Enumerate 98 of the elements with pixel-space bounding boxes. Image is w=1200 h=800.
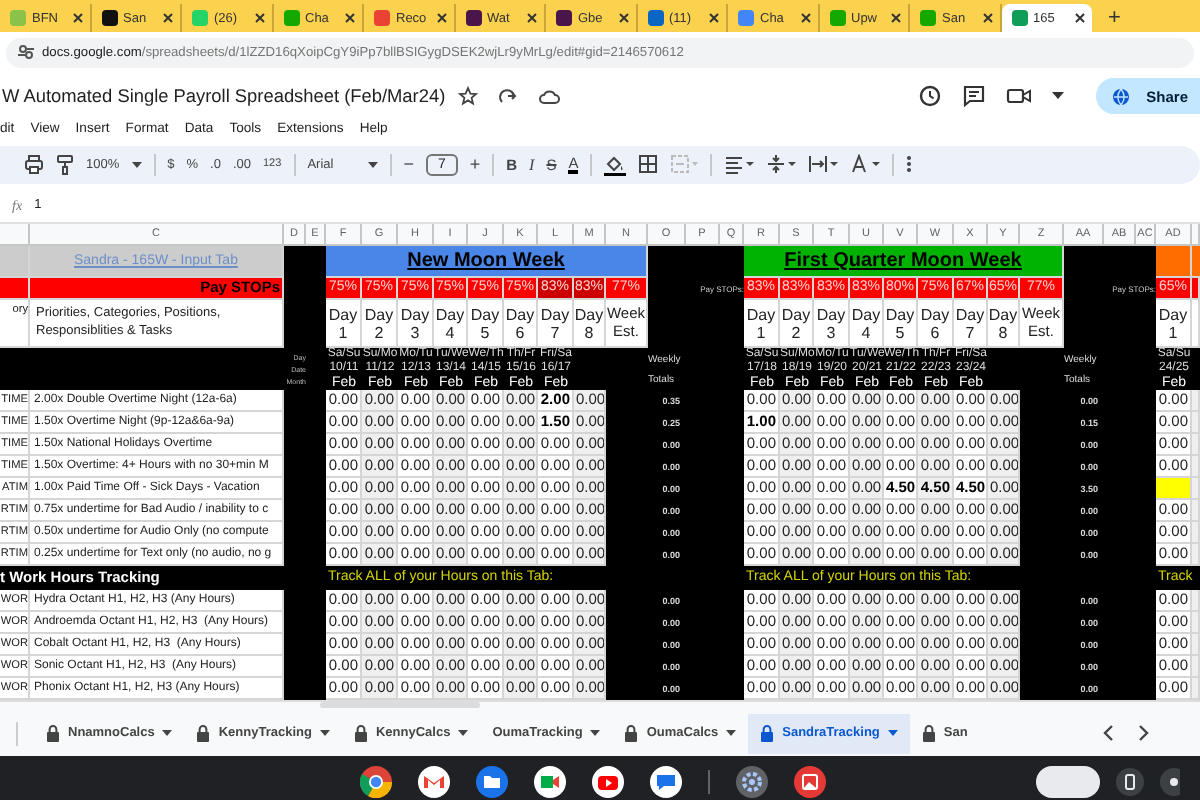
lock-icon <box>760 724 775 742</box>
site-icon <box>1011 10 1027 26</box>
play-icon[interactable] <box>592 765 624 797</box>
image-icon[interactable] <box>794 765 826 797</box>
close-icon[interactable] <box>253 12 265 24</box>
status-tray[interactable] <box>1036 765 1100 797</box>
caret-icon <box>319 730 330 736</box>
caret-icon <box>726 730 737 736</box>
day-header: Day 7 <box>538 300 574 348</box>
close-icon[interactable] <box>71 12 83 24</box>
close-icon[interactable] <box>799 12 811 24</box>
cloud-icon[interactable] <box>537 87 560 105</box>
more-icon[interactable] <box>906 154 913 174</box>
folder-icon[interactable] <box>476 765 508 797</box>
browser-icon[interactable] <box>360 765 392 797</box>
column-header <box>0 224 30 246</box>
close-icon[interactable] <box>526 12 538 24</box>
chevron-right-icon[interactable] <box>1138 724 1150 742</box>
day-header: Day 5 <box>468 300 504 348</box>
text-wrap-icon[interactable] <box>808 154 839 174</box>
history-icon[interactable] <box>918 84 943 108</box>
caret-icon <box>887 730 898 736</box>
site-icon <box>647 10 663 26</box>
day-header: Day 8 <box>988 300 1020 348</box>
phone-icon[interactable] <box>1116 767 1144 795</box>
table-cell <box>0 278 30 300</box>
lock-icon <box>46 724 60 742</box>
launcher-icon[interactable] <box>1160 767 1180 795</box>
close-icon[interactable] <box>435 12 447 24</box>
day-header: Day 1 <box>744 300 780 348</box>
chat-icon[interactable] <box>650 765 682 797</box>
paint-format-icon[interactable] <box>56 153 74 175</box>
lock-icon <box>921 724 936 742</box>
video-call-icon[interactable] <box>534 765 566 797</box>
site-icon <box>10 10 26 26</box>
site-icon <box>920 10 936 26</box>
close-icon[interactable] <box>344 12 356 24</box>
lock-icon <box>353 724 368 742</box>
day-header: Day 8 <box>574 300 606 348</box>
text-rotation-icon[interactable] <box>850 154 881 174</box>
globe-icon <box>1112 87 1131 105</box>
mail-icon[interactable] <box>418 765 450 797</box>
italic-button[interactable]: I <box>529 155 535 173</box>
document-title: W Automated Single Payroll Spreadsheet (Feb/Mar24) <box>2 86 446 106</box>
close-icon[interactable] <box>708 12 720 24</box>
lock-icon <box>196 724 211 742</box>
vertical-align-icon[interactable] <box>766 154 797 174</box>
day-header: Day 5 <box>884 300 918 348</box>
borders-icon[interactable] <box>638 154 659 174</box>
caret-icon <box>367 161 378 167</box>
close-icon[interactable] <box>162 12 174 24</box>
tune-icon <box>18 44 34 60</box>
align-icon[interactable] <box>724 154 755 174</box>
day-header: Day 2 <box>362 300 398 348</box>
column-header <box>1192 224 1200 246</box>
close-icon[interactable] <box>1074 12 1086 24</box>
site-icon <box>101 10 117 26</box>
caret-icon[interactable] <box>1052 92 1065 100</box>
star-icon[interactable] <box>457 86 478 106</box>
week-title: New Moon Week <box>326 246 648 278</box>
print-icon[interactable] <box>24 154 44 174</box>
camera-icon[interactable] <box>1006 86 1033 106</box>
lock-icon <box>624 724 639 742</box>
close-icon[interactable] <box>890 12 902 24</box>
table-cell <box>0 246 30 278</box>
increase-size-button[interactable]: + <box>469 154 481 174</box>
day-header: Day 2 <box>780 300 814 348</box>
day-header: Day 3 <box>398 300 434 348</box>
settings-icon[interactable] <box>736 765 768 797</box>
close-icon[interactable] <box>981 12 993 24</box>
day-header: Day 1 <box>1156 300 1192 348</box>
site-icon <box>283 10 299 26</box>
caret-icon <box>162 730 173 736</box>
site-icon <box>556 10 572 26</box>
site-icon <box>192 10 208 26</box>
new-tab-button[interactable]: + <box>1108 4 1121 32</box>
caret-icon <box>590 730 601 736</box>
site-icon <box>465 10 481 26</box>
close-icon[interactable] <box>617 12 629 24</box>
day-header: Day 6 <box>918 300 954 348</box>
day-header: Day 6 <box>504 300 538 348</box>
site-icon <box>374 10 390 26</box>
caret-icon <box>131 161 142 167</box>
day-header: Day 4 <box>434 300 468 348</box>
scrollbar-thumb[interactable] <box>320 702 480 708</box>
move-icon[interactable] <box>497 86 518 106</box>
site-icon <box>829 10 845 26</box>
decrease-size-button[interactable]: − <box>403 154 414 174</box>
chevron-left-icon[interactable] <box>1102 724 1114 742</box>
day-header: Day 1 <box>326 300 362 348</box>
day-header: Day 7 <box>954 300 988 348</box>
day-header: Day 3 <box>814 300 850 348</box>
site-icon <box>738 10 754 26</box>
day-header: Day 4 <box>850 300 884 348</box>
fill-color-icon[interactable] <box>604 153 627 175</box>
comment-icon[interactable] <box>962 84 987 108</box>
week-title: First Quarter Moon Week <box>744 246 1064 278</box>
caret-icon <box>458 730 469 736</box>
